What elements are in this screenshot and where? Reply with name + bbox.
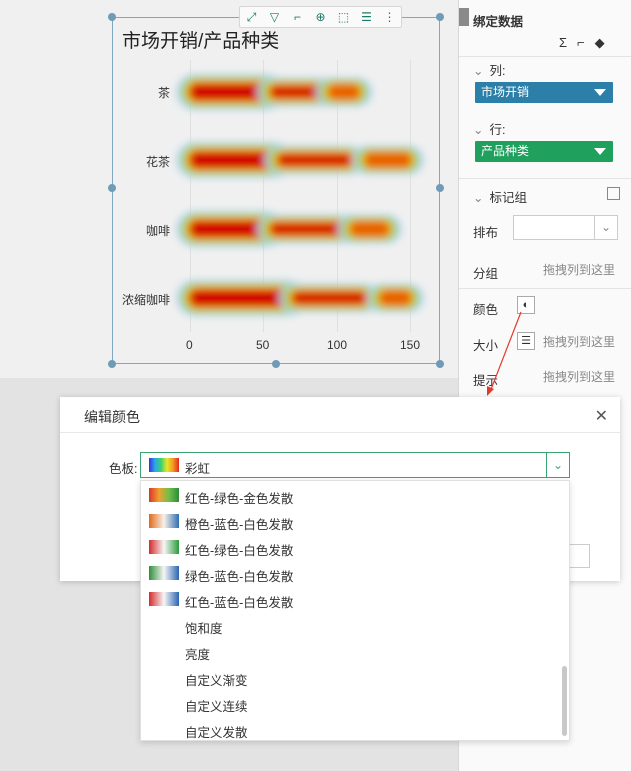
dialog-title: 编辑颜色 <box>84 409 140 425</box>
chevron-down-icon[interactable]: ⌄ <box>546 453 569 477</box>
close-icon[interactable]: ✕ <box>595 406 608 426</box>
palette-option-label: 自定义发散 <box>185 726 248 740</box>
palette-option[interactable]: 红色-蓝色-白色发散 <box>141 586 561 612</box>
palette-option-label: 红色-绿色-白色发散 <box>185 544 294 558</box>
palette-option[interactable]: 饱和度 <box>141 612 561 638</box>
gradient-swatch <box>149 566 179 580</box>
palette-option[interactable]: 红色-绿色-白色发散 <box>141 534 561 560</box>
palette-option[interactable]: 橙色-蓝色-白色发散 <box>141 508 561 534</box>
palette-option[interactable]: 自定义连续 <box>141 690 561 716</box>
palette-option-label: 红色-蓝色-白色发散 <box>185 596 294 610</box>
palette-option[interactable]: 自定义发散 <box>141 716 561 742</box>
gradient-swatch <box>149 514 179 528</box>
rainbow-swatch <box>149 458 179 472</box>
palette-options-list: 红色-绿色-金色发散 橙色-蓝色-白色发散 红色-绿色-白色发散 绿色-蓝色-白色发散… <box>140 480 570 741</box>
scrollbar[interactable] <box>562 666 567 736</box>
palette-option-label: 红色-绿色-金色发散 <box>185 492 294 506</box>
palette-selected-value: 彩虹 <box>185 462 211 476</box>
palette-label: 色板: <box>109 462 138 476</box>
palette-option-label: 饱和度 <box>185 622 223 636</box>
palette-option[interactable]: 红色-绿色-金色发散 <box>141 482 561 508</box>
dialog-footer-button[interactable] <box>568 544 590 568</box>
palette-option-label: 橙色-蓝色-白色发散 <box>185 518 294 532</box>
palette-option[interactable]: 自定义渐变 <box>141 664 561 690</box>
palette-option-label: 绿色-蓝色-白色发散 <box>185 570 294 584</box>
palette-option[interactable]: 亮度 <box>141 638 561 664</box>
gradient-swatch <box>149 540 179 554</box>
palette-option-label: 自定义渐变 <box>185 674 248 688</box>
palette-option-label: 亮度 <box>185 648 211 662</box>
gradient-swatch <box>149 592 179 606</box>
palette-option[interactable]: 绿色-蓝色-白色发散 <box>141 560 561 586</box>
gradient-swatch <box>149 488 179 502</box>
palette-select[interactable]: 彩虹 ⌄ <box>140 452 570 478</box>
palette-option-label: 自定义连续 <box>185 700 248 714</box>
